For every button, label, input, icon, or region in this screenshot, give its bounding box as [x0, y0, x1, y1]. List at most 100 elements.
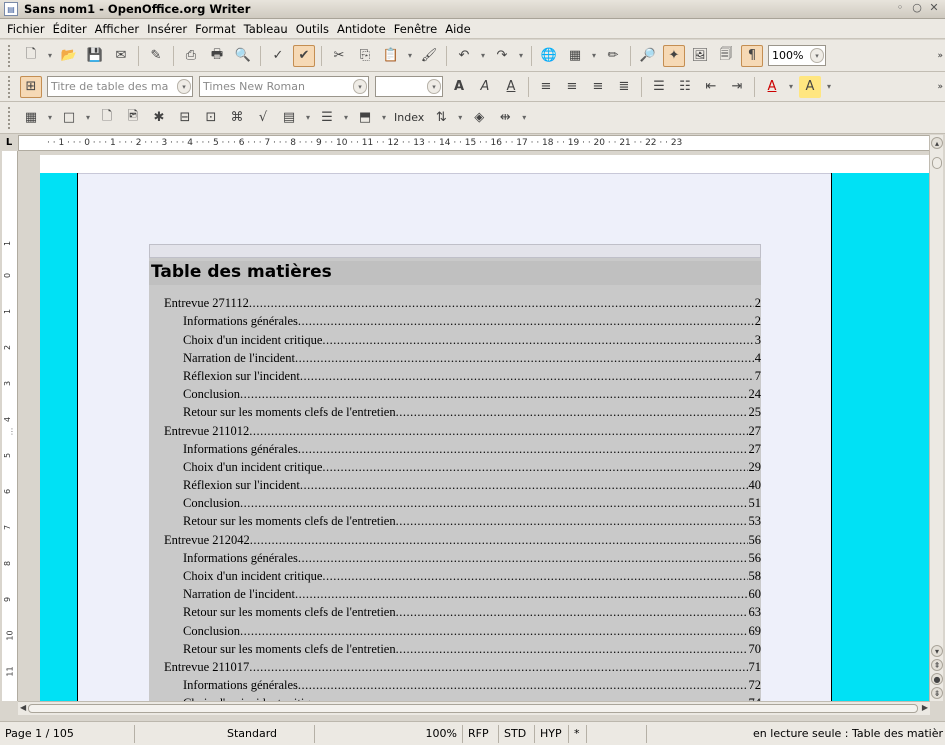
document-area[interactable]: Table des matières Entrevue 2711122Infor…: [40, 155, 930, 701]
redo-icon[interactable]: ↷: [491, 45, 513, 67]
toc-entry[interactable]: Réflexion sur l'incident 7: [149, 365, 761, 383]
status-insert-mode[interactable]: RFP: [463, 724, 499, 743]
align-center-icon[interactable]: ≡: [561, 76, 583, 98]
menu-tableau[interactable]: Tableau: [240, 22, 292, 36]
copy-icon[interactable]: ⎘: [354, 45, 376, 67]
scroll-up-icon[interactable]: ▴: [931, 137, 943, 149]
font-name-select[interactable]: Times New Roman ▾: [199, 76, 369, 97]
sort-dropdown-icon[interactable]: ▾: [454, 107, 466, 129]
bold-icon[interactable]: A: [448, 76, 470, 98]
paragraph-style-select[interactable]: Titre de table des ma ▾: [47, 76, 193, 97]
maximize-icon[interactable]: ○: [910, 1, 924, 15]
redo-dropdown-icon[interactable]: ▾: [515, 45, 527, 67]
toc-entry[interactable]: Informations générales 2: [149, 310, 761, 328]
undo-dropdown-icon[interactable]: ▾: [477, 45, 489, 67]
print-icon[interactable]: 🖶: [206, 45, 228, 67]
index-button[interactable]: Index: [394, 111, 424, 124]
draw-functions-icon[interactable]: ✏: [602, 45, 624, 67]
scroll-right-icon[interactable]: ▶: [922, 703, 928, 712]
vertical-ruler[interactable]: 1 0 1 2 3 4 5 6 7 8 9 10 11: [2, 151, 18, 701]
toc-entry[interactable]: Entrevue 212042 56: [149, 528, 761, 547]
italic-icon[interactable]: A: [474, 76, 496, 98]
toc-entry[interactable]: Choix d'un incident critique 29: [149, 456, 761, 474]
table-icon[interactable]: ▦: [564, 45, 586, 67]
font-size-select[interactable]: ▾: [375, 76, 443, 97]
font-color-icon[interactable]: A: [761, 76, 783, 98]
data-sources-icon[interactable]: 🗐: [715, 45, 737, 67]
toc-entry[interactable]: Narration de l'incident 60: [149, 583, 761, 601]
edit-file-icon[interactable]: ✎: [145, 45, 167, 67]
save-icon[interactable]: 💾: [84, 45, 106, 67]
gallery-icon[interactable]: 🖼: [689, 45, 711, 67]
toc-entry[interactable]: Narration de l'incident 4: [149, 347, 761, 365]
clone-formatting-icon[interactable]: 🖌: [418, 45, 440, 67]
print-preview-icon[interactable]: 🔍: [232, 45, 254, 67]
style-dropdown-icon[interactable]: ▾: [177, 79, 191, 94]
open-folder-icon[interactable]: 📂: [58, 45, 80, 67]
insert-field-dropdown-icon[interactable]: ▾: [302, 107, 314, 129]
horizontal-scroll-thumb[interactable]: [28, 704, 918, 713]
insert-frame-dropdown-icon[interactable]: ▾: [82, 107, 94, 129]
hyperlink-icon[interactable]: 🌐: [538, 45, 560, 67]
toc-entry[interactable]: Conclusion 24: [149, 383, 761, 401]
status-selection-mode[interactable]: STD: [499, 724, 535, 743]
new-dropdown-icon[interactable]: ▾: [44, 45, 56, 67]
insert-field-icon[interactable]: ▤: [278, 107, 300, 129]
align-right-icon[interactable]: ≡: [587, 76, 609, 98]
highlight-dropdown-icon[interactable]: ▾: [823, 76, 835, 98]
toc-entry[interactable]: Choix d'un incident critique 3: [149, 328, 761, 347]
insert-object-dropdown-icon[interactable]: ▾: [378, 107, 390, 129]
insert-toolbar-overflow-icon[interactable]: ▾: [518, 107, 530, 129]
close-icon[interactable]: ✕: [927, 1, 941, 15]
new-document-icon[interactable]: 🗋: [20, 45, 42, 67]
next-page-icon[interactable]: ⇟: [931, 687, 943, 699]
horizontal-ruler[interactable]: · · 1 · · · 0 · · · 1 · · · 2 · · · 3 · …: [18, 135, 935, 151]
toc-entry[interactable]: Informations générales 72: [149, 674, 761, 692]
toolbar-overflow-icon[interactable]: »: [937, 82, 943, 92]
toc-entry[interactable]: Entrevue 211012 27: [149, 419, 761, 438]
insert-section-dropdown-icon[interactable]: ▾: [340, 107, 352, 129]
zoom-select[interactable]: 100% ▾: [768, 45, 826, 66]
special-character-icon[interactable]: ⌘: [226, 107, 248, 129]
increase-indent-icon[interactable]: ⇥: [726, 76, 748, 98]
menu-editer[interactable]: Éditer: [49, 22, 91, 36]
vertical-scrollbar[interactable]: ▴ ▾ ⇞ ● ⇟: [929, 135, 943, 701]
toc-entry[interactable]: Entrevue 211017 71: [149, 656, 761, 674]
cut-icon[interactable]: ✂: [328, 45, 350, 67]
toolbar-grip[interactable]: [8, 75, 12, 98]
toc-entry[interactable]: Choix d'un incident critique74: [149, 692, 761, 701]
toc-entry[interactable]: Retour sur les moments clefs de l'entret…: [149, 601, 761, 619]
insert-page-icon[interactable]: 🗋: [96, 107, 118, 129]
insert-fontwork-icon[interactable]: ✱: [148, 107, 170, 129]
insert-header-icon[interactable]: ⊟: [174, 107, 196, 129]
toolbar-grip[interactable]: [8, 106, 12, 129]
toc-entry[interactable]: Informations générales 27: [149, 438, 761, 456]
toc-entry[interactable]: Conclusion 69: [149, 619, 761, 638]
vertical-scroll-thumb[interactable]: [932, 157, 942, 169]
find-replace-icon[interactable]: 🔎: [637, 45, 659, 67]
status-zoom[interactable]: 100%: [315, 724, 463, 743]
left-pane-grip[interactable]: ⋮: [8, 428, 16, 436]
zoom-dropdown-icon[interactable]: ▾: [810, 48, 824, 63]
tab-stop-selector-icon[interactable]: L: [2, 136, 16, 150]
align-left-icon[interactable]: ≡: [535, 76, 557, 98]
toc-entry[interactable]: Retour sur les moments clefs de l'entret…: [149, 510, 761, 528]
status-page-style[interactable]: Standard: [135, 724, 315, 743]
menu-outils[interactable]: Outils: [292, 22, 333, 36]
toc-entry[interactable]: Conclusion 51: [149, 492, 761, 510]
menu-fichier[interactable]: Fichier: [3, 22, 49, 36]
toc-entry[interactable]: Informations générales 56: [149, 547, 761, 565]
status-modified[interactable]: *: [569, 724, 587, 743]
size-dropdown-icon[interactable]: ▾: [427, 79, 441, 94]
menu-aide[interactable]: Aide: [441, 22, 474, 36]
toc-entry[interactable]: Réflexion sur l'incident 40: [149, 474, 761, 492]
paste-icon[interactable]: 📋: [380, 45, 402, 67]
autospellcheck-icon[interactable]: ✔: [293, 44, 315, 67]
toolbar-grip[interactable]: [8, 44, 12, 67]
navigation-icon[interactable]: ●: [931, 673, 943, 685]
minimize-icon[interactable]: ◦: [893, 1, 907, 15]
toolbar-overflow-icon[interactable]: »: [937, 51, 943, 61]
styles-formatting-icon[interactable]: ⊞: [20, 75, 42, 98]
menu-format[interactable]: Format: [191, 22, 240, 36]
scroll-left-icon[interactable]: ◀: [20, 703, 26, 712]
